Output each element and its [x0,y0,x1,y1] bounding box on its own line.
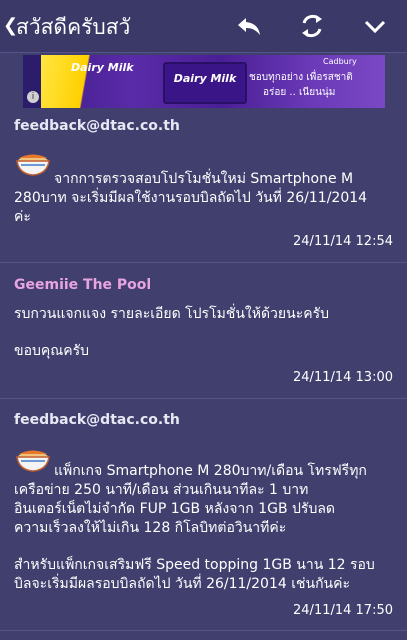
ad-brand-text: Dairy Milk [71,61,134,74]
ad-info-icon[interactable]: i [27,91,39,103]
message-line: รบกวนแจกแจง รายละเอียด โปรโมชั่นให้ด้วยน… [14,306,329,322]
message-line: 280บาท จะเริ่มมีผลใช้งานรอบบิลถัดไป วันท… [14,190,368,206]
message-body: จากการตรวจสอบโปรโมชั่นใหม่ Smartphone M … [14,170,399,227]
message-line: ขอบคุณครับ [14,343,89,359]
refresh-icon[interactable] [298,12,326,40]
message-divider [0,262,407,263]
message-sender: feedback@dtac.co.th [14,118,180,134]
message-line: สำหรับแพ็กเกจเสริมฟรี Speed topping 1GB … [14,557,375,573]
message-body: แพ็กเกจ Smartphone M 280บาท/เดือน โทรฟรี… [14,462,399,594]
message-line: ความเร็วลงให้ไม่เกิน 128 กิโลบิทต่อวินาท… [14,520,287,536]
message-line: ค่ะ [14,209,31,225]
message-sender: Geemiie The Pool [14,277,152,293]
chocolate-bar-image: Dairy Milk [163,62,247,104]
message-timestamp: 24/11/14 12:54 [293,234,393,249]
message-line: เครือข่าย 250 นาที/เดือน ส่วนเกินนาทีละ … [14,482,309,498]
message-divider [0,398,407,399]
message-line: จากการตรวจสอบโปรโมชั่นใหม่ Smartphone M [54,171,354,187]
top-app-bar: ❮ สวัสดีครับสวั [0,0,407,53]
message-timestamp: 24/11/14 13:00 [293,370,393,385]
conversation-title[interactable]: สวัสดีครับสวั [16,11,130,44]
message-sender: feedback@dtac.co.th [14,412,180,428]
message-divider [0,630,407,631]
ad-slogan-line-2: อร่อย .. เนียนนุ่ม [263,87,336,98]
message-body: รบกวนแจกแจง รายละเอียด โปรโมชั่นให้ด้วยน… [14,305,399,361]
message-line: แพ็กเกจ Smartphone M 280บาท/เดือน โทรฟรี… [54,463,367,479]
chevron-down-icon[interactable] [361,12,389,40]
message-line: บิลจะเริ่มมีผลรอบบิลถัดไป วันที่ 26/11/2… [14,576,350,592]
reply-icon[interactable] [235,12,263,40]
message-line: อินเตอร์เน็ตไม่จำกัด FUP 1GB หลังจาก 1GB… [14,501,335,517]
ad-tag: Cadbury [323,57,357,66]
ad-slogan-line-1: ชอบทุกอย่าง เพื่อรสชาติ [249,72,353,83]
ad-banner[interactable]: Dairy Milk Dairy Milk Cadbury ชอบทุกอย่า… [23,55,385,108]
message-timestamp: 24/11/14 17:50 [293,603,393,618]
chocolate-bar-label: Dairy Milk [173,72,237,85]
